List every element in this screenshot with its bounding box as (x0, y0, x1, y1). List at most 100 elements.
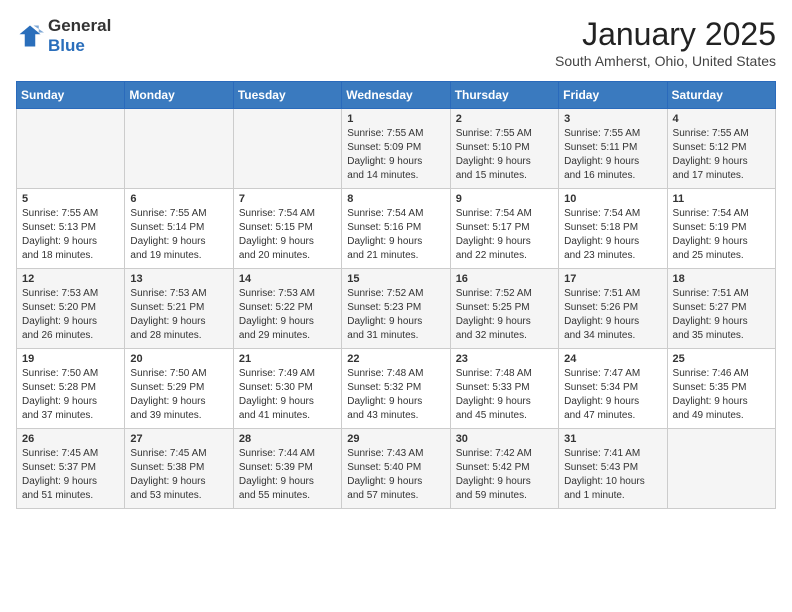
day-number: 17 (564, 273, 661, 285)
day-number: 14 (239, 273, 336, 285)
logo-general: General (48, 16, 111, 36)
day-number: 6 (130, 193, 227, 205)
day-number: 3 (564, 113, 661, 125)
day-number: 30 (456, 433, 553, 445)
calendar-cell: 25Sunrise: 7:46 AMSunset: 5:35 PMDayligh… (667, 349, 775, 429)
calendar-cell: 9 Sunrise: 7:54 AMSunset: 5:17 PMDaylight… (450, 189, 558, 269)
day-number: 15 (347, 273, 444, 285)
calendar-cell: 28 Sunrise: 7:44 AMSunset: 5:39 PMDayligh… (233, 429, 341, 509)
day-number: 21 (239, 353, 336, 365)
calendar-cell: 7 Sunrise: 7:54 AMSunset: 5:15 PMDaylight… (233, 189, 341, 269)
calendar-cell: 6Sunrise: 7:55 AMSunset: 5:14 PMDaylight… (125, 189, 233, 269)
calendar-cell: 22 Sunrise: 7:48 AMSunset: 5:32 PMDayligh… (342, 349, 450, 429)
day-info: Sunrise: 7:41 AMSunset: 5:43 PMDaylight:… (564, 447, 661, 503)
day-info: Sunrise: 7:45 AMSunset: 5:38 PMDaylight:… (130, 447, 227, 503)
weekday-header-thursday: Thursday (450, 82, 558, 109)
calendar-cell: 21 Sunrise: 7:49 AMSunset: 5:30 PMDayligh… (233, 349, 341, 429)
calendar-cell: 8Sunrise: 7:54 AMSunset: 5:16 PMDaylight… (342, 189, 450, 269)
day-info: Sunrise: 7:54 AMSunset: 5:18 PMDaylight:… (564, 207, 661, 263)
calendar-cell: 31 Sunrise: 7:41 AMSunset: 5:43 PMDayligh… (559, 429, 667, 509)
day-number: 9 (456, 193, 553, 205)
calendar-cell: 15 Sunrise: 7:52 AMSunset: 5:23 PMDayligh… (342, 269, 450, 349)
weekday-header-saturday: Saturday (667, 82, 775, 109)
calendar-cell: 10 Sunrise: 7:54 AMSunset: 5:18 PMDayligh… (559, 189, 667, 269)
day-number: 31 (564, 433, 661, 445)
day-info: Sunrise: 7:47 AMSunset: 5:34 PMDaylight:… (564, 367, 661, 423)
calendar-cell: 29 Sunrise: 7:43 AMSunset: 5:40 PMDayligh… (342, 429, 450, 509)
day-info: Sunrise: 7:51 AMSunset: 5:27 PMDaylight:… (673, 287, 770, 343)
logo-icon (16, 22, 44, 50)
calendar-cell: 18 Sunrise: 7:51 AMSunset: 5:27 PMDayligh… (667, 269, 775, 349)
day-number: 20 (130, 353, 227, 365)
day-info: Sunrise: 7:53 AMSunset: 5:22 PMDaylight:… (239, 287, 336, 343)
calendar-cell: 26 Sunrise: 7:45 AMSunset: 5:37 PMDayligh… (17, 429, 125, 509)
day-info: Sunrise: 7:49 AMSunset: 5:30 PMDaylight:… (239, 367, 336, 423)
title-block: January 2025 South Amherst, Ohio, United… (555, 16, 776, 69)
day-info: Sunrise: 7:55 AMSunset: 5:10 PMDaylight:… (456, 127, 553, 183)
day-info: Sunrise: 7:44 AMSunset: 5:39 PMDaylight:… (239, 447, 336, 503)
day-info: Sunrise: 7:51 AMSunset: 5:26 PMDaylight:… (564, 287, 661, 343)
day-info: Sunrise: 7:54 AMSunset: 5:17 PMDaylight:… (456, 207, 553, 263)
day-number: 18 (673, 273, 770, 285)
page-header: General Blue January 2025 South Amherst,… (16, 16, 776, 69)
day-number: 29 (347, 433, 444, 445)
day-number: 12 (22, 273, 119, 285)
day-number: 23 (456, 353, 553, 365)
calendar-cell (233, 109, 341, 189)
day-info: Sunrise: 7:55 AMSunset: 5:09 PMDaylight:… (347, 127, 444, 183)
day-number: 7 (239, 193, 336, 205)
logo-text: General Blue (48, 16, 111, 55)
calendar-cell: 4Sunrise: 7:55 AMSunset: 5:12 PMDaylight… (667, 109, 775, 189)
week-row-2: 5Sunrise: 7:55 AMSunset: 5:13 PMDaylight… (17, 189, 776, 269)
weekday-header-sunday: Sunday (17, 82, 125, 109)
calendar-cell: 13 Sunrise: 7:53 AMSunset: 5:21 PMDayligh… (125, 269, 233, 349)
day-info: Sunrise: 7:48 AMSunset: 5:33 PMDaylight:… (456, 367, 553, 423)
calendar-cell: 12Sunrise: 7:53 AMSunset: 5:20 PMDayligh… (17, 269, 125, 349)
calendar-cell: 17 Sunrise: 7:51 AMSunset: 5:26 PMDayligh… (559, 269, 667, 349)
calendar-cell: 2 Sunrise: 7:55 AMSunset: 5:10 PMDaylight… (450, 109, 558, 189)
day-number: 24 (564, 353, 661, 365)
day-number: 2 (456, 113, 553, 125)
weekday-header-wednesday: Wednesday (342, 82, 450, 109)
day-info: Sunrise: 7:54 AMSunset: 5:19 PMDaylight:… (673, 207, 770, 263)
day-info: Sunrise: 7:43 AMSunset: 5:40 PMDaylight:… (347, 447, 444, 503)
day-number: 1 (347, 113, 444, 125)
calendar-cell: 20 Sunrise: 7:50 AMSunset: 5:29 PMDayligh… (125, 349, 233, 429)
day-number: 26 (22, 433, 119, 445)
day-info: Sunrise: 7:54 AMSunset: 5:15 PMDaylight:… (239, 207, 336, 263)
weekday-header-tuesday: Tuesday (233, 82, 341, 109)
day-info: Sunrise: 7:52 AMSunset: 5:23 PMDaylight:… (347, 287, 444, 343)
logo: General Blue (16, 16, 111, 55)
day-info: Sunrise: 7:50 AMSunset: 5:29 PMDaylight:… (130, 367, 227, 423)
location: South Amherst, Ohio, United States (555, 53, 776, 69)
calendar-table: SundayMondayTuesdayWednesdayThursdayFrid… (16, 81, 776, 509)
day-number: 8 (347, 193, 444, 205)
day-info: Sunrise: 7:55 AMSunset: 5:11 PMDaylight:… (564, 127, 661, 183)
day-number: 28 (239, 433, 336, 445)
weekday-header-friday: Friday (559, 82, 667, 109)
week-row-5: 26 Sunrise: 7:45 AMSunset: 5:37 PMDayligh… (17, 429, 776, 509)
day-info: Sunrise: 7:48 AMSunset: 5:32 PMDaylight:… (347, 367, 444, 423)
day-info: Sunrise: 7:53 AMSunset: 5:21 PMDaylight:… (130, 287, 227, 343)
day-info: Sunrise: 7:45 AMSunset: 5:37 PMDaylight:… (22, 447, 119, 503)
weekday-header-row: SundayMondayTuesdayWednesdayThursdayFrid… (17, 82, 776, 109)
calendar-cell: 30Sunrise: 7:42 AMSunset: 5:42 PMDayligh… (450, 429, 558, 509)
day-number: 19 (22, 353, 119, 365)
day-number: 16 (456, 273, 553, 285)
day-number: 13 (130, 273, 227, 285)
calendar-cell: 3 Sunrise: 7:55 AMSunset: 5:11 PMDaylight… (559, 109, 667, 189)
day-info: Sunrise: 7:46 AMSunset: 5:35 PMDaylight:… (673, 367, 770, 423)
calendar-cell (667, 429, 775, 509)
calendar-cell: 24 Sunrise: 7:47 AMSunset: 5:34 PMDayligh… (559, 349, 667, 429)
day-number: 10 (564, 193, 661, 205)
calendar-cell (125, 109, 233, 189)
day-number: 27 (130, 433, 227, 445)
day-info: Sunrise: 7:55 AMSunset: 5:13 PMDaylight:… (22, 207, 119, 263)
day-number: 22 (347, 353, 444, 365)
calendar-cell (17, 109, 125, 189)
month-title: January 2025 (555, 16, 776, 53)
calendar-cell: 5Sunrise: 7:55 AMSunset: 5:13 PMDaylight… (17, 189, 125, 269)
calendar-cell: 1 Sunrise: 7:55 AMSunset: 5:09 PMDaylight… (342, 109, 450, 189)
calendar-cell: 27 Sunrise: 7:45 AMSunset: 5:38 PMDayligh… (125, 429, 233, 509)
day-number: 4 (673, 113, 770, 125)
